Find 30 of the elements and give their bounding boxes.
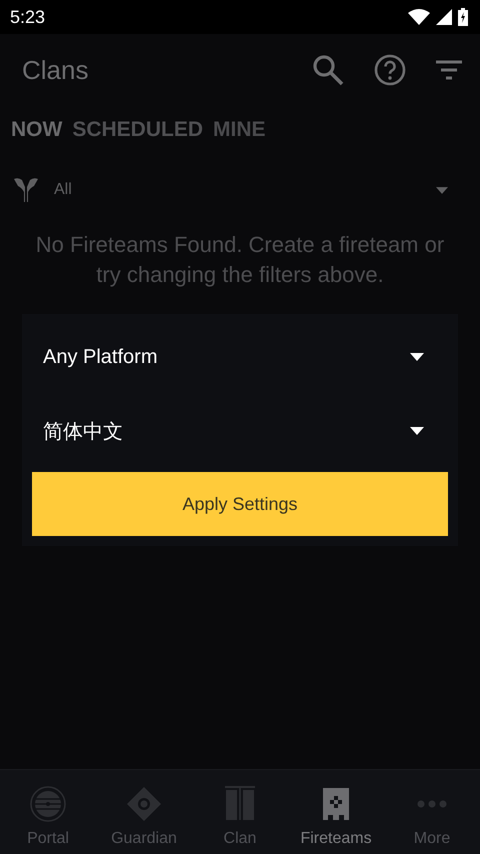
pillars-icon (225, 786, 255, 822)
dropdown[interactable]: 简体中文 (32, 394, 448, 468)
signal-icon (436, 9, 452, 25)
nav-item[interactable]: Clan (192, 770, 288, 854)
dropdown[interactable]: Any Platform (32, 320, 448, 394)
nav-item[interactable]: Fireteams (288, 770, 384, 854)
tab[interactable]: SCHEDULED (72, 118, 204, 142)
empty-message: No Fireteams Found. Create a fireteam or try changing the filters above. (34, 231, 446, 289)
search-icon[interactable] (312, 54, 344, 86)
nav-item[interactable]: Portal (0, 770, 96, 854)
dropdown-caret-icon (410, 353, 424, 361)
nav-item[interactable]: More (384, 770, 480, 854)
status-time: 5:23 (10, 6, 46, 28)
dropdown-caret-icon (410, 427, 424, 435)
tab[interactable]: MINE (213, 118, 266, 142)
more-icon (417, 800, 447, 808)
apply-settings-button[interactable]: Apply Settings (32, 472, 448, 536)
help-icon[interactable] (374, 54, 406, 86)
banner-icon (323, 788, 349, 820)
nav-item[interactable]: Guardian (96, 770, 192, 854)
filter-value[interactable]: All (54, 181, 436, 199)
diamond-icon (126, 786, 162, 822)
screen-title: Clans (22, 54, 90, 86)
dropdown-caret-icon (436, 186, 448, 194)
globe-icon (29, 785, 67, 823)
emblem-icon (12, 176, 40, 204)
wifi-icon (408, 9, 430, 25)
battery-icon (458, 8, 468, 26)
tab[interactable]: NOW (11, 118, 62, 142)
filter-icon[interactable] (436, 60, 462, 80)
